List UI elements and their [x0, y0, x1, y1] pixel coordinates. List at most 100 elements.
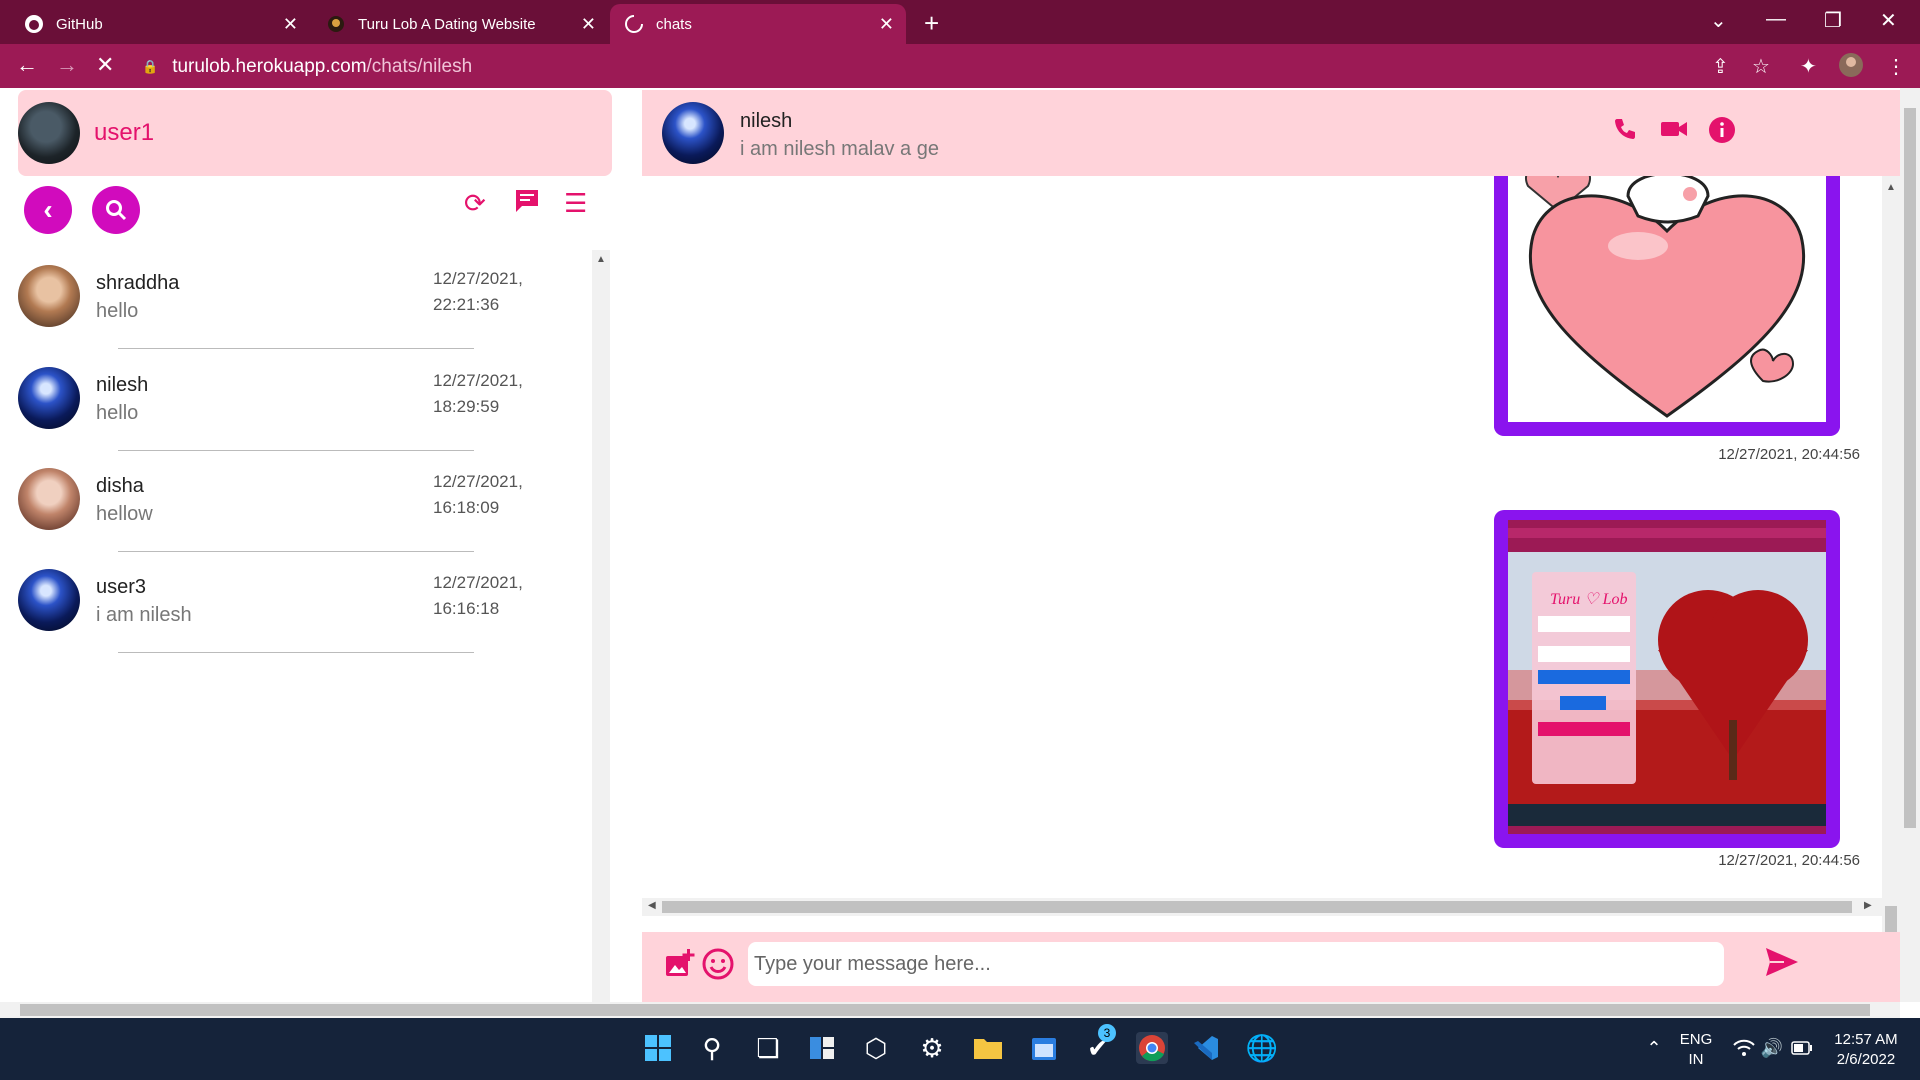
profile-header: user1: [18, 90, 612, 176]
scroll-thumb[interactable]: [20, 1004, 1870, 1016]
scroll-thumb[interactable]: [662, 901, 1852, 913]
widgets-icon[interactable]: [806, 1032, 838, 1064]
search-button[interactable]: [92, 186, 140, 234]
close-tab-icon[interactable]: ✕: [879, 14, 894, 35]
chat-time: 16:16:18: [433, 599, 500, 618]
minimize-icon[interactable]: —: [1766, 8, 1786, 31]
send-icon[interactable]: [1764, 946, 1800, 987]
chat-list: shraddha hello 12/27/2021, 22:21:36 nile…: [0, 250, 594, 1002]
tab-turulob[interactable]: Turu Lob A Dating Website ✕: [312, 4, 608, 44]
scroll-up-arrow-icon[interactable]: ▲: [596, 254, 606, 265]
page-vertical-scrollbar[interactable]: [1900, 88, 1920, 1002]
scroll-left-arrow-icon[interactable]: ◀: [648, 900, 656, 911]
sidebar-scrollbar[interactable]: ▲: [592, 250, 610, 1002]
back-icon[interactable]: ←: [16, 52, 38, 78]
emoji-icon[interactable]: [702, 948, 734, 988]
avatar[interactable]: [18, 102, 80, 164]
settings-gear-icon[interactable]: ⚙: [916, 1032, 948, 1064]
scroll-right-arrow-icon[interactable]: ▶: [1864, 900, 1872, 911]
contact-status: i am nilesh malav a ge: [740, 138, 939, 160]
chat-list-item-nilesh[interactable]: nilesh hello 12/27/2021, 18:29:59: [18, 352, 578, 452]
profile-avatar[interactable]: [1838, 52, 1864, 84]
phone-icon[interactable]: [1612, 116, 1638, 149]
image-message-heart[interactable]: [1494, 176, 1840, 436]
chat-name: disha: [96, 475, 144, 497]
tab-chats[interactable]: chats ✕: [610, 4, 906, 44]
close-window-icon[interactable]: ✕: [1880, 8, 1897, 33]
page-horizontal-scrollbar[interactable]: [0, 1002, 1900, 1018]
new-chat-icon[interactable]: [514, 188, 540, 221]
back-button[interactable]: ‹: [24, 186, 72, 234]
close-tab-icon[interactable]: ✕: [283, 14, 298, 35]
chat-vertical-scrollbar[interactable]: ▲ ▼: [1882, 176, 1900, 976]
chat-name: nilesh: [96, 374, 149, 396]
video-call-icon[interactable]: [1660, 116, 1688, 149]
chat-list-item-user3[interactable]: user3 i am nilesh 12/27/2021, 16:16:18: [18, 554, 578, 654]
chevron-up-icon[interactable]: ⌃: [1638, 1032, 1670, 1064]
divider: [118, 348, 474, 349]
chevron-left-icon: ‹: [43, 194, 53, 225]
share-icon[interactable]: ⇪: [1712, 54, 1729, 79]
message-area: 12/27/2021, 20:44:56 Turu ♡ Lob 12/27/20…: [642, 176, 1882, 976]
volume-icon[interactable]: 🔊: [1756, 1032, 1788, 1064]
scroll-up-arrow-icon[interactable]: ▲: [1886, 182, 1896, 193]
stop-loading-icon[interactable]: ✕: [96, 52, 114, 78]
calendar-icon[interactable]: [1028, 1032, 1060, 1064]
chat-name: shraddha: [96, 272, 180, 294]
chat-last-message: i am nilesh: [96, 604, 192, 626]
app-globe-icon[interactable]: 🌐: [1246, 1032, 1278, 1064]
chat-list-item-shraddha[interactable]: shraddha hello 12/27/2021, 22:21:36: [18, 250, 578, 350]
app-hexagon-icon[interactable]: ⬡: [860, 1032, 892, 1064]
chat-date: 12/27/2021,: [433, 573, 523, 592]
avatar: [18, 569, 80, 631]
page: user1 ‹ ⟳ ☰ shraddha hello 12/27/2021, 2…: [0, 88, 1920, 1018]
task-view-icon[interactable]: ❏: [752, 1032, 784, 1064]
windows-start-icon[interactable]: [642, 1032, 674, 1064]
chrome-icon[interactable]: [1136, 1032, 1168, 1064]
avatar[interactable]: [662, 102, 724, 164]
close-tab-icon[interactable]: ✕: [581, 14, 596, 35]
address-bar[interactable]: 🔒 turulob.herokuapp.com /chats/nilesh: [142, 53, 472, 81]
add-image-icon[interactable]: [664, 948, 696, 988]
chat-list-item-disha[interactable]: disha hellow 12/27/2021, 16:18:09: [18, 453, 578, 553]
loading-icon: [624, 14, 644, 34]
new-tab-icon[interactable]: +: [924, 8, 939, 39]
tab-title: chats: [656, 15, 692, 33]
message-timestamp: 12/27/2021, 20:44:56: [1718, 446, 1860, 463]
message-timestamp: 12/27/2021, 20:44:56: [1718, 852, 1860, 869]
file-explorer-icon[interactable]: [972, 1032, 1004, 1064]
tab-title: Turu Lob A Dating Website: [358, 15, 536, 33]
sidebar-toolbar: ‹ ⟳ ☰: [18, 184, 594, 240]
refresh-icon[interactable]: ⟳: [464, 188, 486, 219]
bookmark-star-icon[interactable]: ☆: [1752, 54, 1770, 79]
search-icon[interactable]: ⚲: [696, 1032, 728, 1064]
scroll-thumb[interactable]: [1904, 108, 1916, 828]
info-icon[interactable]: [1708, 116, 1736, 151]
message-input[interactable]: [748, 942, 1724, 986]
avatar: [18, 367, 80, 429]
battery-icon[interactable]: [1786, 1032, 1818, 1064]
maximize-icon[interactable]: ❐: [1824, 8, 1842, 33]
chat-date: 12/27/2021,: [433, 472, 523, 491]
hamburger-menu-icon[interactable]: ☰: [564, 188, 587, 219]
chat-time: 18:29:59: [433, 397, 500, 416]
chat-last-message: hellow: [96, 503, 153, 525]
region-code: IN: [1688, 1051, 1704, 1068]
tab-search-icon[interactable]: ⌄: [1710, 8, 1727, 33]
menu-kebab-icon[interactable]: ⋮: [1886, 54, 1906, 79]
clock[interactable]: 12:57 AM 2/6/2022: [1826, 1030, 1906, 1070]
extensions-icon[interactable]: ✦: [1800, 54, 1817, 79]
user-name: user1: [94, 119, 155, 146]
chat-header: nilesh i am nilesh malav a ge: [642, 90, 1900, 176]
vscode-icon[interactable]: [1190, 1032, 1222, 1064]
scroll-thumb[interactable]: [1885, 906, 1897, 934]
language-indicator[interactable]: ENG IN: [1676, 1030, 1716, 1070]
image-message-screenshot[interactable]: Turu ♡ Lob: [1494, 510, 1840, 848]
chat-timestamp: 12/27/2021, 16:16:18: [433, 570, 553, 622]
forward-icon[interactable]: →: [56, 52, 78, 78]
chat-horizontal-scrollbar[interactable]: ◀ ▶: [642, 898, 1882, 916]
divider: [118, 551, 474, 552]
tab-github[interactable]: GitHub ✕: [10, 4, 310, 44]
browser-tab-strip: GitHub ✕ Turu Lob A Dating Website ✕ cha…: [0, 0, 1920, 44]
chat-date: 12/27/2021,: [433, 269, 523, 288]
